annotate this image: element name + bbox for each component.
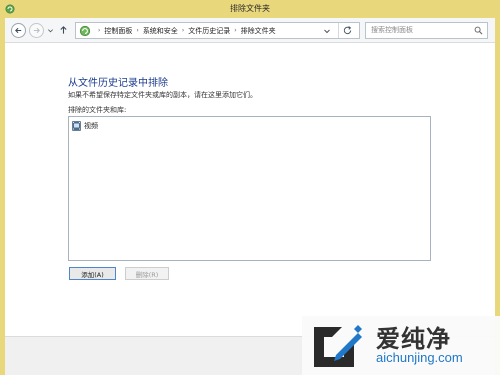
watermark-logo-icon: [314, 325, 362, 367]
page-title: 从文件历史记录中排除: [68, 78, 168, 89]
page-description: 如果不希望保存特定文件夹或库的副本，请在这里添加它们。: [68, 91, 257, 99]
video-library-icon: [72, 120, 81, 131]
excluded-folders-list[interactable]: 视频: [68, 116, 431, 261]
address-divider: [338, 23, 339, 38]
breadcrumb-item-system-security[interactable]: 系统和安全: [143, 26, 178, 36]
watermark-url: aichunjing.com: [376, 350, 463, 365]
breadcrumb-item-control-panel[interactable]: 控制面板: [104, 26, 132, 36]
refresh-icon[interactable]: [342, 25, 353, 36]
title-bar: 排除文件夹: [0, 0, 500, 18]
list-item-label: 视频: [84, 121, 98, 130]
remove-button[interactable]: 删除(R): [125, 267, 169, 280]
watermark-brand: 爱纯净: [376, 325, 451, 353]
up-arrow-icon: [60, 26, 67, 34]
search-box[interactable]: 搜索控制面板: [365, 22, 488, 39]
search-placeholder: 搜索控制面板: [371, 26, 413, 34]
search-icon[interactable]: [474, 26, 483, 35]
breadcrumb-separator-icon[interactable]: ›: [136, 27, 138, 34]
breadcrumb-item-file-history[interactable]: 文件历史记录: [188, 26, 230, 36]
add-button[interactable]: 添加(A): [69, 267, 116, 280]
recent-locations-chevron-icon[interactable]: [47, 27, 54, 34]
excluded-list-label: 排除的文件夹和库:: [68, 106, 127, 114]
breadcrumb-separator-icon[interactable]: ›: [234, 27, 236, 34]
forward-arrow-icon: [33, 27, 40, 34]
breadcrumb: › 控制面板 › 系统和安全 › 文件历史记录 › 排除文件夹: [94, 23, 276, 38]
back-button[interactable]: [11, 23, 26, 38]
list-item[interactable]: 视频: [72, 120, 98, 131]
control-panel-window: 排除文件夹 › 控制面板 › 系统和安全 › 文件历史记录 › 排除文件夹 搜索…: [0, 0, 500, 375]
breadcrumb-separator-icon[interactable]: ›: [182, 27, 184, 34]
breadcrumb-separator-icon: ›: [98, 27, 101, 34]
breadcrumb-item-exclude-folders[interactable]: 排除文件夹: [241, 26, 276, 36]
navigation-bar: › 控制面板 › 系统和安全 › 文件历史记录 › 排除文件夹 搜索控制面板: [5, 18, 495, 43]
address-history-chevron-icon[interactable]: [323, 27, 331, 35]
control-panel-icon: [79, 25, 91, 37]
window-title: 排除文件夹: [230, 4, 270, 13]
up-button[interactable]: [58, 24, 69, 36]
watermark: 爱纯净 aichunjing.com: [302, 316, 500, 375]
main-content: 从文件历史记录中排除 如果不希望保存特定文件夹或库的副本，请在这里添加它们。 排…: [5, 44, 495, 336]
address-bar[interactable]: › 控制面板 › 系统和安全 › 文件历史记录 › 排除文件夹: [75, 22, 360, 39]
forward-button[interactable]: [29, 23, 44, 38]
back-arrow-icon: [15, 27, 22, 34]
